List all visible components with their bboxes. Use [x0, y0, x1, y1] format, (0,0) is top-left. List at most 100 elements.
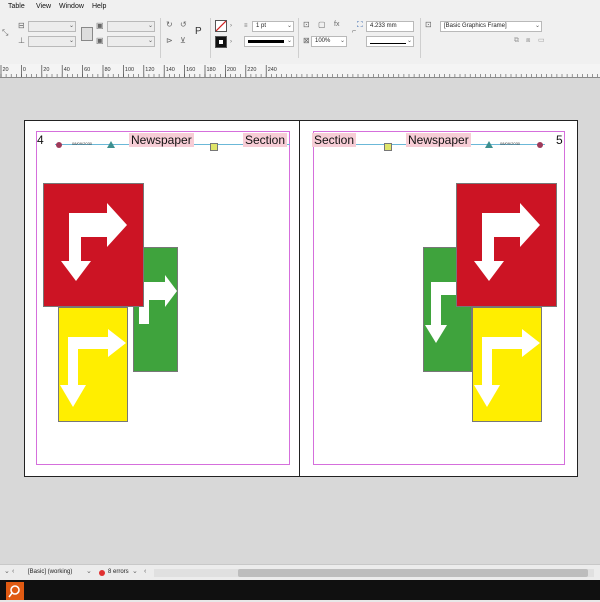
horizontal-ruler[interactable]: 20 0 20 40 60 80 100 120 140 160 180 200 220 240 [0, 64, 600, 78]
turn-arrow-icon [474, 203, 540, 281]
header-square-marker [210, 143, 218, 151]
scale-x-icon: ▣ [96, 21, 104, 30]
ruler-label: 200 [227, 67, 236, 73]
ruler-label: 120 [145, 67, 154, 73]
page-nav-prev-icon[interactable]: ‹ [12, 567, 14, 577]
flip-vertical-icon[interactable]: ⊻ [180, 36, 186, 46]
ruler-label: 160 [186, 67, 195, 73]
left-page-title[interactable]: Newspaper [129, 133, 194, 147]
error-indicator-icon [99, 570, 105, 576]
ruler-ticks: 20 0 20 40 60 80 100 120 140 160 180 200 220 240 [0, 65, 599, 77]
ruler-label: 220 [247, 67, 256, 73]
scale-y-icon: ▣ [96, 36, 104, 45]
header-square-marker [384, 143, 392, 151]
scrollbar-thumb[interactable] [238, 569, 588, 577]
right-page-number[interactable]: 5 [556, 133, 563, 147]
stroke-swatch[interactable] [215, 36, 227, 48]
right-page-section[interactable]: Section [312, 133, 357, 147]
divider [160, 18, 161, 58]
right-page-date[interactable]: 08/09/2030 [500, 141, 520, 146]
horizontal-scrollbar[interactable] [154, 569, 594, 577]
preflight-profile[interactable]: [Basic] (working) [28, 569, 72, 575]
scroll-left-icon[interactable]: ‹ [144, 567, 146, 577]
divider [420, 18, 421, 58]
rotate-ccw-icon[interactable]: ↺ [180, 20, 187, 30]
red-arrow-frame[interactable] [456, 183, 557, 307]
stroke-menu-chevron-icon[interactable]: › [230, 37, 232, 47]
width-field[interactable]: ⌄ [28, 21, 76, 32]
height-icon: ⊥ [18, 36, 25, 45]
arrange-icon[interactable]: ⧈ [526, 36, 530, 46]
constrain-proportions-button[interactable] [81, 27, 93, 41]
ruler-label: 80 [105, 67, 111, 73]
menu-table[interactable]: Table [8, 3, 25, 10]
control-panel: ⤡ ⊟ ⌄ ⊥ ⌄ ▣ ⌄ ▣ ⌄ ↻ ↺ ⊳ ⊻ P › › ≡ 1 pt ⌄ … [0, 14, 600, 65]
frame-fitting-icon[interactable]: ⊡ [303, 20, 310, 30]
corner-icon[interactable]: ▢ [318, 20, 326, 30]
error-count[interactable]: 8 errors [108, 569, 129, 575]
ruler-label: 20 [43, 67, 49, 73]
object-style-dropdown[interactable]: [Basic Graphics Frame] ⌄ [440, 21, 542, 32]
ruler-label: 0 [23, 67, 26, 73]
height-field[interactable]: ⌄ [28, 36, 76, 47]
yellow-arrow-frame[interactable] [472, 307, 542, 422]
header-circle-marker [537, 142, 543, 148]
taskbar [0, 580, 600, 600]
errors-chevron-icon[interactable]: ⌄ [132, 567, 138, 577]
corner-shape-dropdown[interactable]: ⌄ [366, 36, 414, 47]
menu-bar: Table View Window Help [0, 0, 600, 14]
ruler-label: 60 [84, 67, 90, 73]
effects-icon[interactable]: fx [334, 20, 339, 30]
fill-swatch[interactable] [215, 20, 227, 32]
pasteboard: 4 08/09/2030 Newspaper Section Section N… [0, 78, 600, 564]
scale-x-field[interactable]: ⌄ [107, 21, 155, 32]
stroke-weight-field[interactable]: 1 pt ⌄ [252, 21, 294, 32]
panel-icon[interactable]: ▭ [538, 36, 545, 46]
ruler-label: 140 [166, 67, 175, 73]
reference-point-icon[interactable]: ⛶ [357, 20, 363, 30]
right-page-title[interactable]: Newspaper [406, 133, 471, 147]
object-style-icon: ⊡ [425, 20, 432, 29]
ruler-label: 40 [64, 67, 70, 73]
width-icon: ⊟ [18, 21, 25, 30]
spread: 4 08/09/2030 Newspaper Section Section N… [24, 120, 578, 477]
left-page-section[interactable]: Section [243, 133, 288, 147]
menu-help[interactable]: Help [92, 3, 106, 10]
profile-chevron-icon[interactable]: ⌄ [86, 567, 92, 577]
stroke-weight-icon: ≡ [244, 23, 248, 29]
scale-y-field[interactable]: ⌄ [107, 36, 155, 47]
link-icon[interactable]: ⧉ [514, 36, 519, 46]
scale-percent-field[interactable]: 100% ⌄ [311, 36, 347, 47]
turn-arrow-icon [61, 203, 127, 281]
right-page: Section Newspaper 08/09/2030 5 [300, 121, 577, 476]
dimension-field[interactable]: 4.233 mm [366, 21, 414, 32]
rotate-cw-icon[interactable]: ↻ [166, 20, 173, 30]
yellow-arrow-frame[interactable] [58, 307, 128, 422]
ruler-label: 180 [207, 67, 216, 73]
divider [298, 18, 299, 58]
text-frame-icon[interactable]: P [195, 27, 202, 37]
selection-tool-icon[interactable]: ⤡ [2, 28, 8, 38]
turn-arrow-icon [474, 329, 540, 407]
fill-menu-chevron-icon[interactable]: › [230, 21, 232, 31]
divider [210, 18, 211, 58]
red-arrow-frame[interactable] [43, 183, 144, 307]
search-icon[interactable] [6, 582, 24, 600]
menu-window[interactable]: Window [59, 3, 84, 10]
menu-view[interactable]: View [36, 3, 51, 10]
stroke-type-dropdown[interactable]: ⌄ [244, 36, 294, 47]
left-page-number[interactable]: 4 [37, 133, 44, 147]
left-page: 4 08/09/2030 Newspaper Section [25, 121, 299, 476]
page-nav-icon[interactable]: ⌄ [4, 567, 10, 577]
ruler-label: 20 [3, 67, 9, 73]
ruler-label: 100 [125, 67, 134, 73]
turn-arrow-icon [60, 329, 126, 407]
ruler-label: 240 [268, 67, 277, 73]
header-circle-marker [56, 142, 62, 148]
status-bar: ⌄ ‹ [Basic] (working) ⌄ 8 errors ⌄ ‹ [0, 564, 600, 581]
left-page-date[interactable]: 08/09/2030 [72, 141, 92, 146]
header-triangle-marker [485, 141, 493, 148]
opacity-icon: ⊠ [303, 36, 310, 45]
stroke-options-icon[interactable]: ⌐ [352, 27, 356, 37]
flip-horizontal-icon[interactable]: ⊳ [166, 36, 173, 46]
